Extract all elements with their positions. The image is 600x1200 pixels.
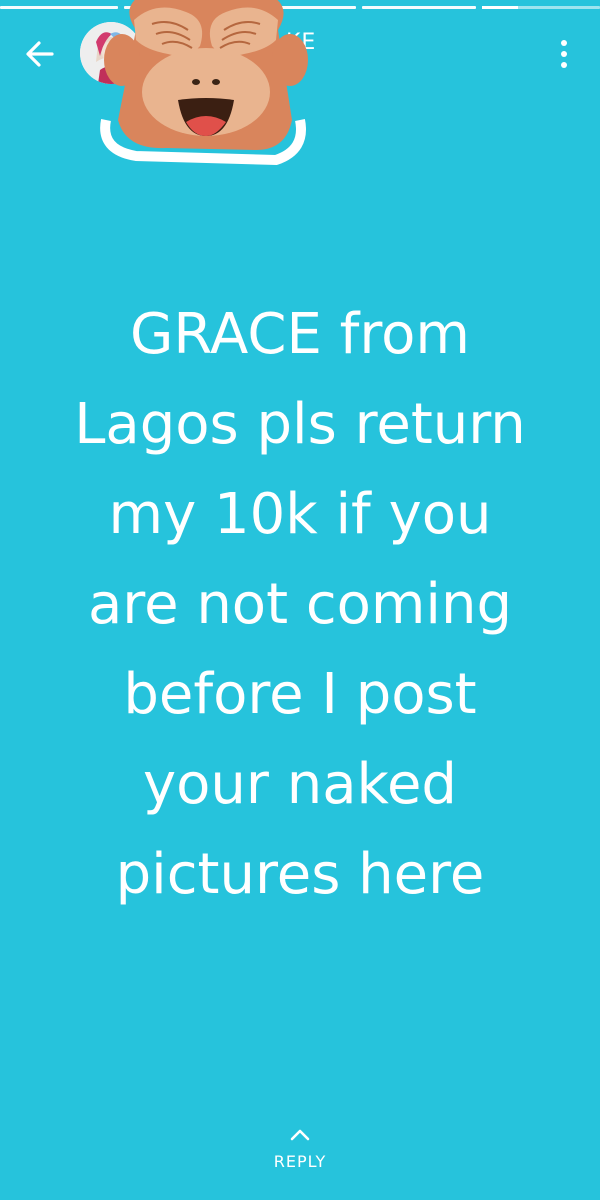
progress-segment-active [482, 6, 600, 9]
reply-label: REPLY [273, 1152, 327, 1171]
back-arrow-icon [26, 41, 54, 67]
more-vertical-icon [556, 40, 572, 68]
more-options-button[interactable] [556, 40, 572, 72]
caption-line: your naked [143, 752, 457, 817]
reply-button[interactable]: REPLY [0, 1128, 600, 1188]
progress-segment [362, 6, 476, 9]
caption-line: Lagos pls return [74, 392, 526, 457]
back-button[interactable] [22, 36, 58, 72]
chevron-up-icon [290, 1129, 310, 1141]
caption-line: pictures here [115, 842, 485, 907]
caption-line: my 10k if you [108, 482, 492, 547]
see-no-evil-monkey-sticker [100, 0, 308, 166]
caption-line: before I post [123, 662, 477, 727]
caption-line: are not coming [87, 572, 513, 637]
status-caption: GRACE from Lagos pls return my 10k if yo… [30, 290, 570, 920]
caption-line: GRACE from [130, 302, 470, 367]
